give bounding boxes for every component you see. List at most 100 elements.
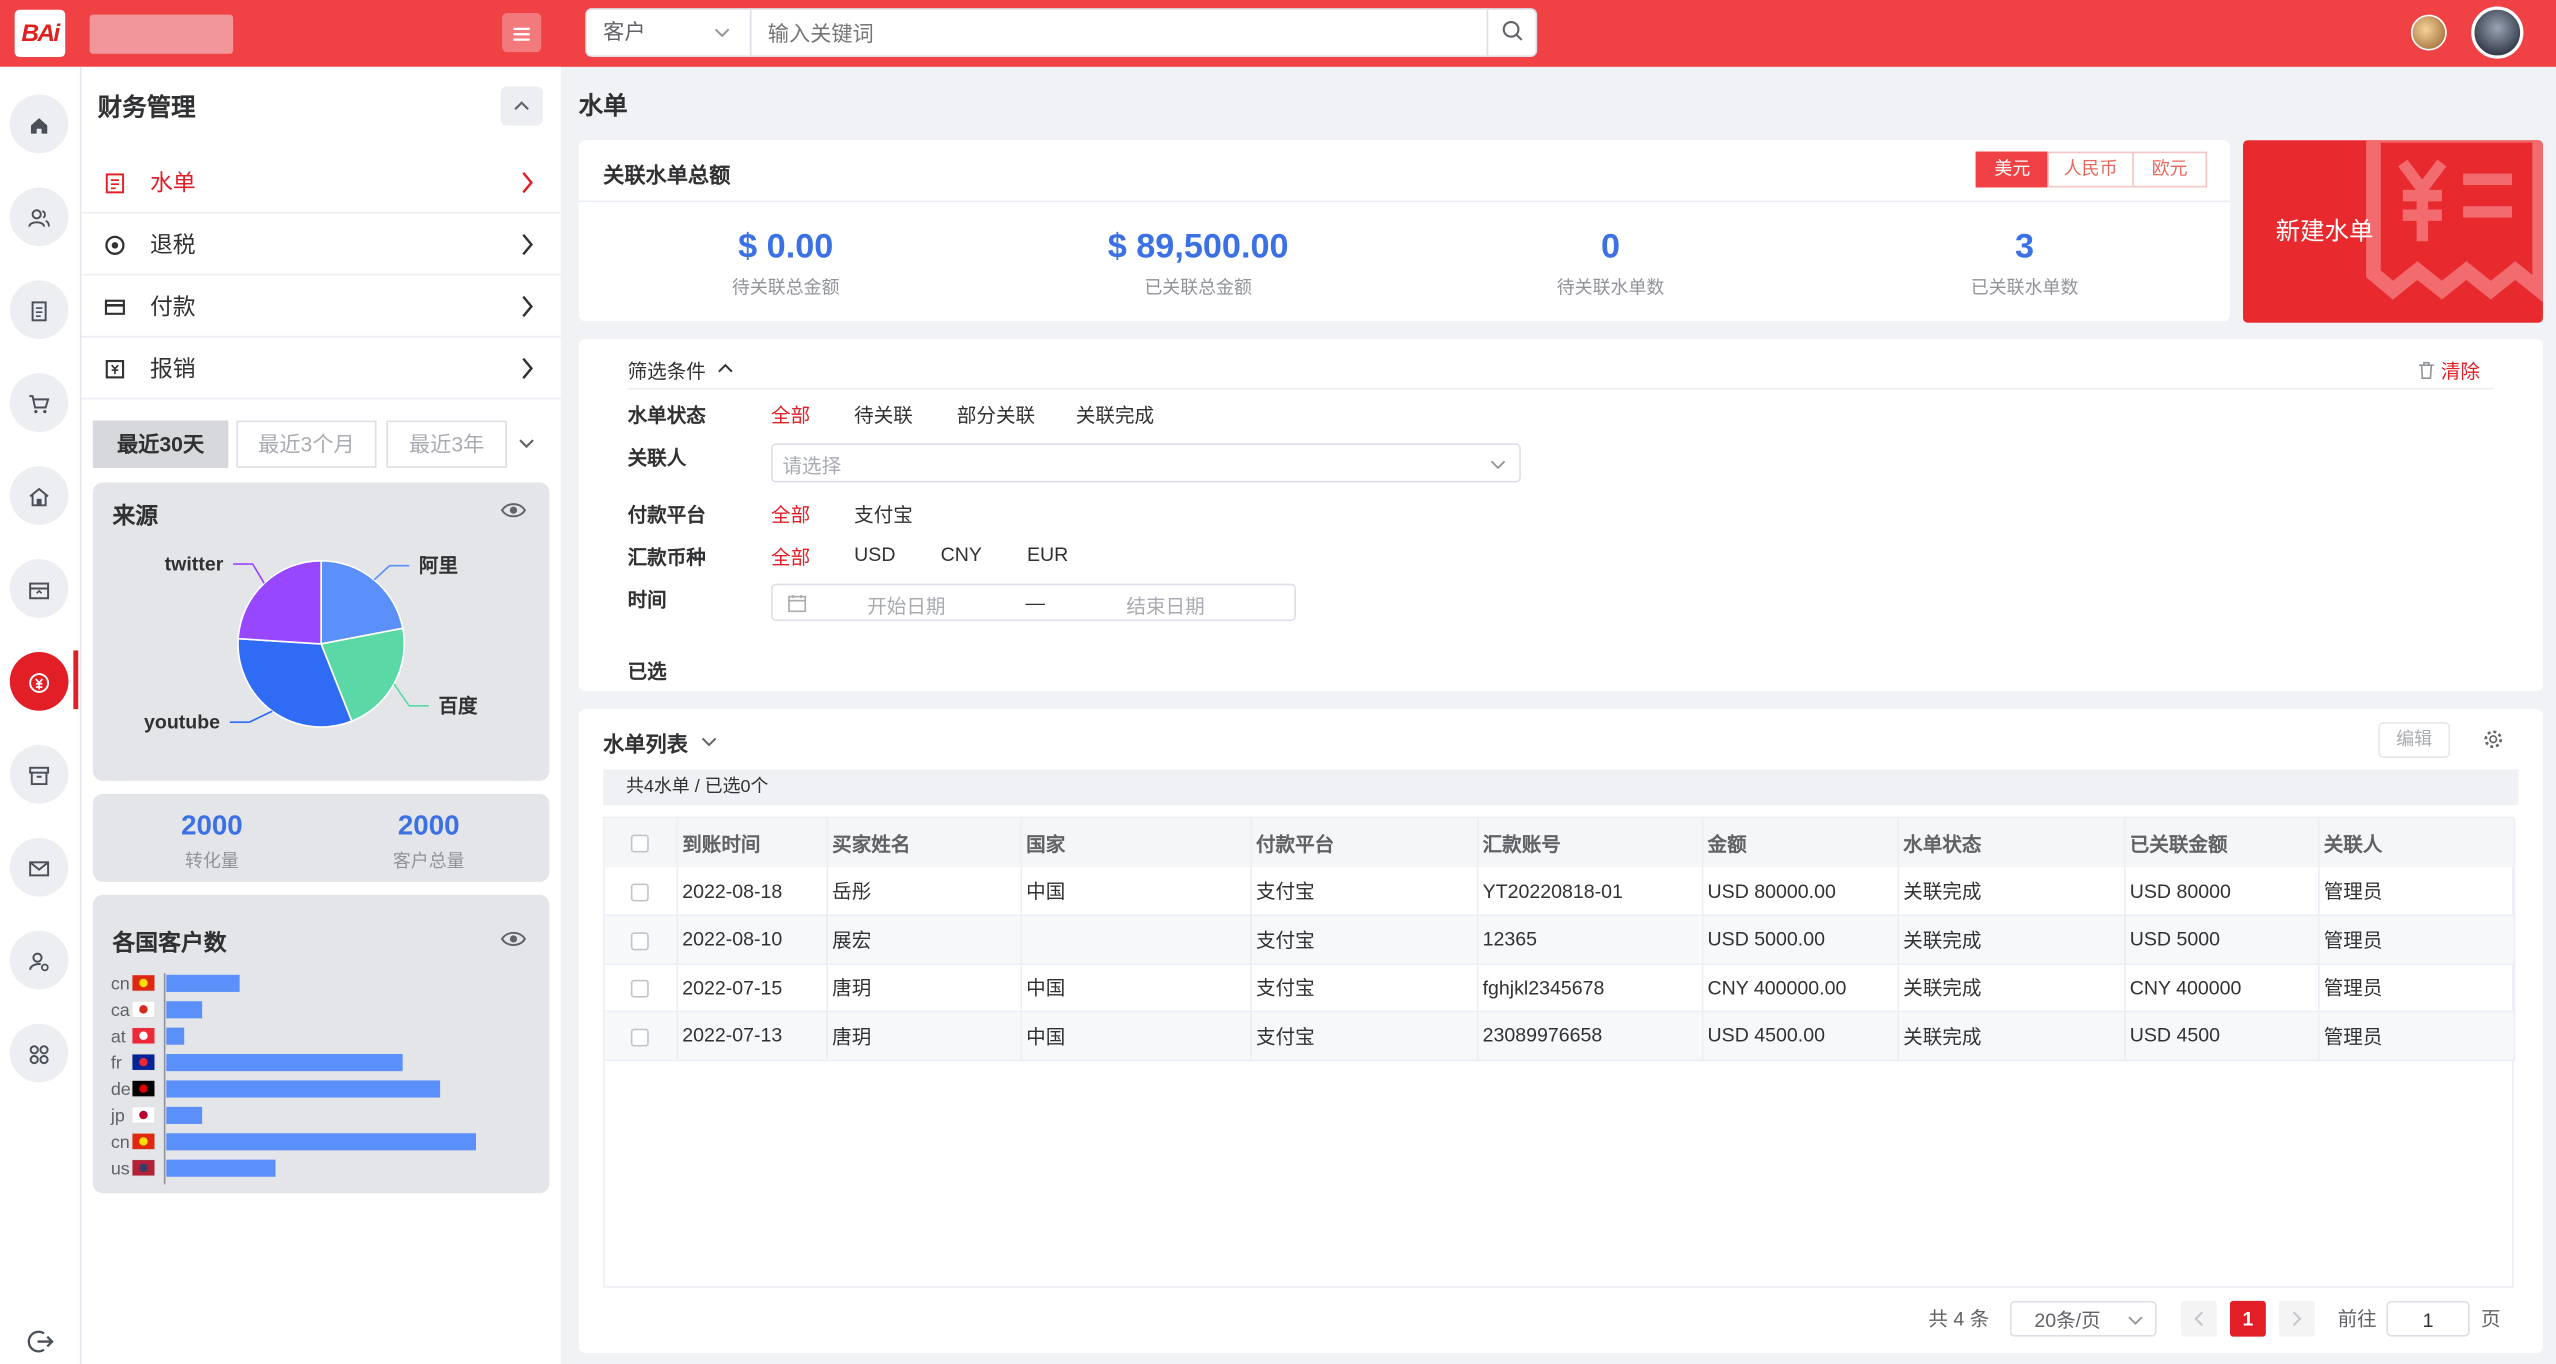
currency-usd[interactable]: 美元: [1975, 151, 2050, 188]
avatar[interactable]: [2410, 14, 2447, 51]
menu-item-reimburse[interactable]: 报销: [81, 337, 561, 400]
chevron-down-icon[interactable]: [699, 730, 719, 759]
logout-icon[interactable]: [26, 1327, 55, 1364]
country-bar[interactable]: [166, 1080, 441, 1098]
row-checkbox[interactable]: [604, 1011, 678, 1061]
range-tab-30d[interactable]: 最近30天: [92, 420, 229, 468]
user-avatar[interactable]: [2471, 6, 2524, 59]
start-date-input[interactable]: 开始日期: [867, 592, 945, 620]
currency-eur[interactable]: 欧元: [2132, 151, 2208, 188]
chevron-down-icon[interactable]: [515, 421, 538, 468]
row-checkbox[interactable]: [604, 915, 678, 965]
column-header[interactable]: 已关联金额: [2124, 818, 2319, 868]
currency-option-cny[interactable]: CNY: [941, 543, 982, 566]
box-icon[interactable]: [9, 559, 69, 618]
associate-select[interactable]: 请选择: [771, 443, 1521, 483]
clear-filters-button[interactable]: 清除: [2417, 357, 2480, 385]
currency-cny[interactable]: 人民币: [2047, 151, 2134, 188]
store-icon[interactable]: [9, 466, 69, 525]
hamburger-icon[interactable]: [502, 13, 542, 53]
menu-item-payment[interactable]: 付款: [81, 275, 561, 338]
column-header[interactable]: 国家: [1020, 818, 1252, 868]
table-cell: 支付宝: [1250, 1011, 1478, 1061]
prev-page-button[interactable]: [2181, 1300, 2217, 1337]
currency-option-all[interactable]: 全部: [771, 543, 810, 571]
country-bar[interactable]: [166, 1054, 403, 1072]
chevron-up-icon[interactable]: [716, 357, 736, 388]
column-header[interactable]: 买家姓名: [826, 818, 1022, 868]
filter-title: 筛选条件: [627, 360, 706, 384]
country-bar[interactable]: [166, 1133, 476, 1151]
home-icon[interactable]: [9, 94, 69, 154]
column-header[interactable]: 关联人: [2318, 818, 2516, 868]
country-bar[interactable]: [166, 974, 240, 992]
status-option-all[interactable]: 全部: [771, 401, 810, 429]
search-type-select[interactable]: 客户: [587, 9, 752, 56]
table-cell: 支付宝: [1250, 867, 1478, 917]
flag-mark: [139, 1110, 148, 1120]
table-cell: 管理员: [2318, 1011, 2516, 1061]
edit-button[interactable]: 编辑: [2378, 722, 2451, 758]
linked-count-label: 已关联水单数: [1970, 278, 2079, 299]
new-receipt-button[interactable]: 新建水单: [2243, 140, 2543, 323]
table-row[interactable]: 2022-07-15 唐玥 中国 支付宝 fghjkl2345678 CNY 4…: [604, 963, 2516, 1013]
country-bar[interactable]: [166, 1159, 276, 1177]
cart-icon[interactable]: [9, 373, 69, 432]
row-checkbox[interactable]: [604, 963, 678, 1013]
date-range-picker[interactable]: 开始日期 — 结束日期: [771, 583, 1296, 622]
money-icon[interactable]: [9, 652, 69, 711]
range-tab-3y[interactable]: 最近3年: [386, 420, 507, 468]
pie-slice[interactable]: [237, 559, 322, 645]
page-size-select[interactable]: 20条/页: [2009, 1300, 2157, 1337]
chevron-down-icon: [714, 10, 730, 75]
country-bar[interactable]: [166, 1027, 185, 1045]
column-header[interactable]: 水单状态: [1897, 818, 2125, 868]
archive-icon[interactable]: [9, 744, 69, 804]
app-logo[interactable]: BAi: [14, 9, 66, 58]
currency-option-eur[interactable]: EUR: [1027, 543, 1068, 566]
column-header[interactable]: 汇款账号: [1476, 818, 1703, 868]
search-input[interactable]: [753, 9, 1487, 56]
gear-icon[interactable]: [2483, 729, 2504, 758]
mail-icon[interactable]: [9, 837, 69, 897]
linked-amount-label: 已关联总金额: [1144, 278, 1252, 299]
flag-mark: [139, 1005, 148, 1014]
menu-item-receipt[interactable]: 水单: [81, 152, 561, 214]
select-all-checkbox[interactable]: [604, 818, 678, 868]
platform-option-all[interactable]: 全部: [771, 500, 810, 528]
platform-option-alipay[interactable]: 支付宝: [854, 500, 913, 528]
menu-title: 财务管理: [97, 94, 196, 123]
page-1-button[interactable]: 1: [2229, 1300, 2266, 1337]
currency-option-usd[interactable]: USD: [854, 543, 895, 566]
status-option-partial[interactable]: 部分关联: [957, 401, 1035, 429]
country-bar[interactable]: [166, 1001, 203, 1019]
table-row[interactable]: 2022-08-10 展宏 支付宝 12365 USD 5000.00 关联完成…: [604, 915, 2516, 965]
apps-icon[interactable]: [9, 1023, 69, 1083]
table-cell: [1020, 915, 1252, 965]
country-bar[interactable]: [166, 1106, 203, 1124]
associate-filter-label: 关联人: [627, 446, 687, 470]
next-page-button[interactable]: [2278, 1300, 2315, 1337]
table-cell: 关联完成: [1897, 963, 2125, 1013]
status-option-done[interactable]: 关联完成: [1076, 401, 1154, 429]
user-gear-icon[interactable]: [9, 930, 69, 990]
column-header[interactable]: 金额: [1701, 818, 1899, 868]
pie-label: 阿里: [419, 555, 458, 577]
pie-label: 百度: [438, 694, 478, 717]
document-icon[interactable]: [9, 280, 69, 340]
column-header[interactable]: 付款平台: [1250, 818, 1478, 868]
users-icon[interactable]: [9, 187, 69, 247]
end-date-input[interactable]: 结束日期: [1126, 592, 1204, 620]
bar-category-label: de: [111, 1079, 131, 1099]
search-icon[interactable]: [1486, 9, 1536, 56]
table-row[interactable]: 2022-08-18 岳彤 中国 支付宝 YT20220818-01 USD 8…: [604, 867, 2516, 917]
goto-page-input[interactable]: 1: [2386, 1300, 2470, 1337]
table-row[interactable]: 2022-07-13 唐玥 中国 支付宝 23089976658 USD 450…: [604, 1011, 2516, 1061]
column-header[interactable]: 到账时间: [676, 818, 828, 868]
status-option-pending[interactable]: 待关联: [854, 401, 913, 429]
bar-category-label: jp: [110, 1106, 125, 1126]
range-tab-3m[interactable]: 最近3个月: [236, 420, 377, 468]
row-checkbox[interactable]: [604, 867, 678, 917]
menu-item-refund[interactable]: 退税: [81, 214, 561, 276]
collapse-button[interactable]: [500, 86, 543, 126]
